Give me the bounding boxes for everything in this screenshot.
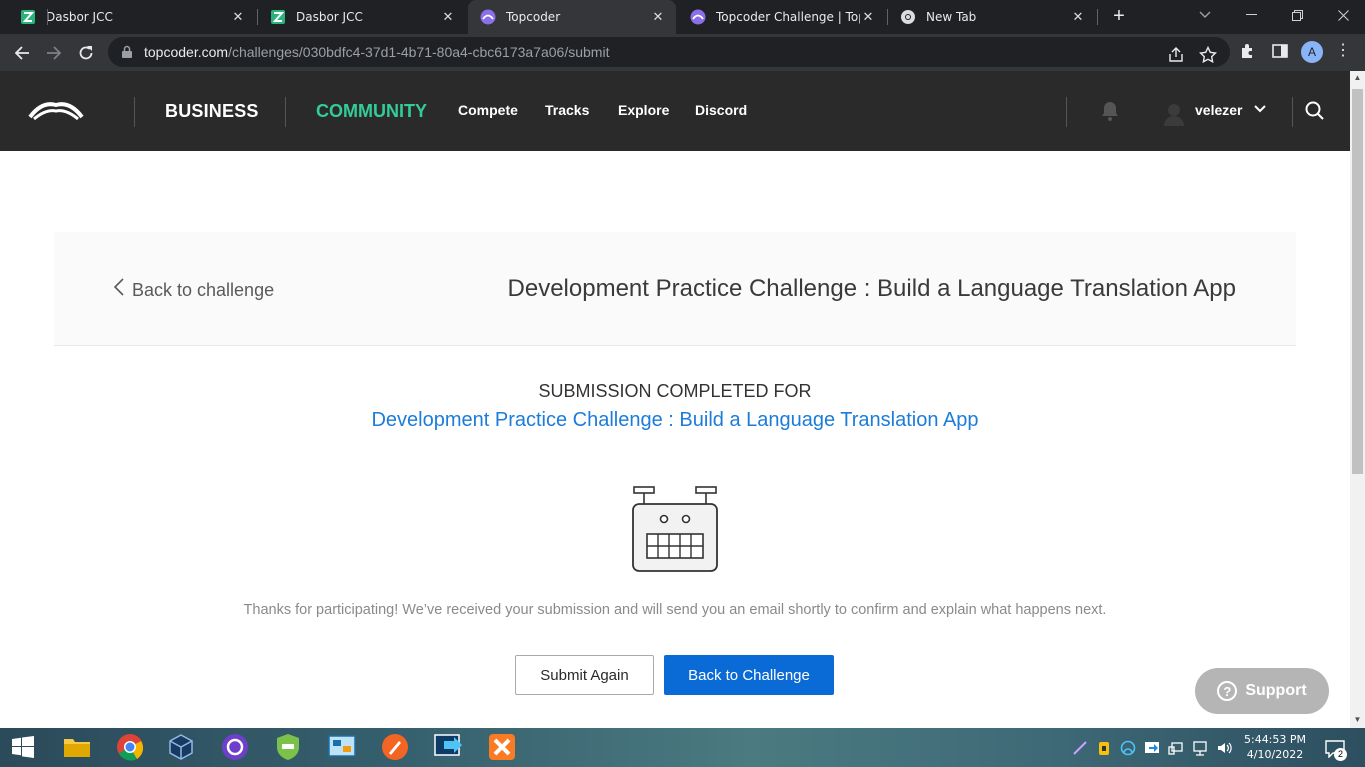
windows-start-icon[interactable]: [8, 732, 38, 762]
site-header: BUSINESS COMMUNITY Compete Tracks Explor…: [0, 71, 1350, 151]
nav-tracks[interactable]: Tracks: [545, 102, 589, 118]
username[interactable]: velezer: [1195, 102, 1242, 118]
browser-menu-icon[interactable]: ⋮: [1335, 42, 1351, 60]
back-to-challenge-link[interactable]: Back to challenge: [113, 278, 275, 302]
back-arrow-icon[interactable]: [9, 40, 35, 66]
file-explorer-icon[interactable]: [62, 732, 92, 762]
address-bar[interactable]: topcoder.com/challenges/030bdfc4-37d1-4b…: [108, 37, 1230, 67]
vpn-tray-icon[interactable]: [1120, 740, 1136, 756]
user-avatar-icon[interactable]: [1163, 102, 1185, 126]
url-path: /challenges/030bdfc4-37d1-4b71-80a4-cbc6…: [228, 44, 610, 60]
tab-title: Dasbor JCC: [46, 10, 113, 24]
forward-arrow-icon[interactable]: [41, 40, 67, 66]
devices-tray-icon[interactable]: [1168, 740, 1184, 756]
header-divider: [285, 97, 286, 127]
system-clock[interactable]: 5:44:53 PM 4/10/2022: [1240, 732, 1310, 762]
page-scrollbar[interactable]: ▲ ▼: [1350, 71, 1365, 728]
support-label: Support: [1245, 682, 1307, 699]
question-icon: ?: [1217, 681, 1238, 701]
jcc-icon: [270, 9, 286, 25]
github-desktop-icon[interactable]: [220, 732, 250, 762]
submit-again-button[interactable]: Submit Again: [515, 655, 654, 695]
nav-discord[interactable]: Discord: [695, 102, 747, 118]
bell-icon[interactable]: [1100, 100, 1120, 122]
tab-separator: [1097, 9, 1098, 25]
close-icon[interactable]: ✕: [650, 10, 666, 25]
remote-desktop-icon[interactable]: [434, 732, 464, 762]
tab-new-tab[interactable]: New Tab ✕: [888, 0, 1096, 34]
tab-title: Dasbor JCC: [296, 10, 363, 24]
restore-button[interactable]: [1274, 0, 1320, 30]
scroll-up-arrow-icon[interactable]: ▲: [1350, 71, 1365, 85]
nav-community[interactable]: COMMUNITY: [316, 101, 427, 122]
header-divider: [1292, 97, 1293, 127]
url-host: topcoder.com: [144, 44, 229, 60]
tab-title: New Tab: [926, 10, 977, 24]
windows-taskbar: 5:44:53 PM 4/10/2022 2: [0, 728, 1365, 767]
close-window-button[interactable]: [1320, 0, 1365, 30]
tab-topcoder[interactable]: Topcoder ✕: [468, 0, 676, 34]
challenge-title: Development Practice Challenge : Build a…: [507, 275, 1236, 302]
browser-tab-strip: Dasbor JCC ✕ Dasbor JCC ✕ Topcoder ✕ Top…: [0, 0, 1365, 34]
tab-dasbor-jcc-1[interactable]: Dasbor JCC ✕: [8, 0, 256, 34]
xampp-icon[interactable]: [487, 732, 517, 762]
nav-compete[interactable]: Compete: [458, 102, 518, 118]
notification-count-badge: 2: [1334, 748, 1347, 761]
topcoder-icon: [480, 9, 496, 25]
clock-date: 4/10/2022: [1246, 748, 1304, 761]
tab-title: Topcoder Challenge | Topco: [716, 10, 860, 24]
extensions-puzzle-icon[interactable]: [1239, 42, 1257, 60]
close-icon[interactable]: ✕: [440, 10, 456, 25]
thanks-message: Thanks for participating! We’ve received…: [243, 602, 1107, 618]
tab-separator: [47, 9, 48, 25]
lock-tray-icon[interactable]: [1096, 740, 1112, 756]
bookmark-star-icon[interactable]: [1199, 46, 1217, 64]
challenge-name-link[interactable]: Development Practice Challenge : Build a…: [0, 409, 1350, 432]
nav-explore[interactable]: Explore: [618, 102, 669, 118]
tab-topcoder-challenge[interactable]: Topcoder Challenge | Topco ✕: [678, 0, 886, 34]
support-button[interactable]: ? Support: [1195, 668, 1329, 714]
jcc-icon: [20, 9, 36, 25]
nav-business[interactable]: BUSINESS: [165, 101, 259, 122]
clock-time: 5:44:53 PM: [1243, 733, 1307, 746]
volume-icon[interactable]: [1216, 740, 1232, 756]
topcoder-icon: [690, 9, 706, 25]
pen-tray-icon[interactable]: [1072, 740, 1088, 756]
profile-avatar[interactable]: A: [1301, 41, 1323, 63]
minimize-button[interactable]: [1228, 0, 1274, 30]
submission-completed-heading: SUBMISSION COMPLETED FOR: [538, 381, 812, 401]
header-divider: [134, 97, 135, 127]
search-icon[interactable]: [1305, 101, 1325, 121]
tab-title: Topcoder: [506, 10, 561, 24]
chevron-down-icon[interactable]: [1254, 105, 1266, 113]
tab-dasbor-jcc-2[interactable]: Dasbor JCC ✕: [258, 0, 466, 34]
header-divider: [1066, 97, 1067, 127]
chrome-icon[interactable]: [115, 732, 145, 762]
virtualbox-icon[interactable]: [166, 732, 196, 762]
chrome-icon: [900, 9, 916, 25]
challenge-bar: Back to challenge Development Practice C…: [54, 232, 1296, 346]
topcoder-logo-icon[interactable]: [28, 99, 84, 123]
network-tool-icon[interactable]: [327, 732, 357, 762]
robot-illustration-icon: [632, 486, 718, 572]
scroll-thumb[interactable]: [1352, 89, 1363, 474]
paint-icon[interactable]: [380, 732, 410, 762]
close-icon[interactable]: ✕: [860, 10, 876, 25]
share-icon[interactable]: [1167, 46, 1185, 64]
remote-tray-icon[interactable]: [1144, 740, 1160, 756]
vpn-icon[interactable]: [273, 732, 303, 762]
back-to-challenge-label: Back to challenge: [132, 279, 275, 300]
side-panel-icon[interactable]: [1271, 42, 1289, 60]
reload-icon[interactable]: [73, 40, 99, 66]
new-tab-button[interactable]: +: [1108, 6, 1130, 28]
browser-toolbar: topcoder.com/challenges/030bdfc4-37d1-4b…: [0, 34, 1365, 71]
tab-search-chevron-icon[interactable]: [1182, 0, 1228, 30]
lock-icon: [122, 45, 132, 58]
network-tray-icon[interactable]: [1192, 740, 1208, 756]
close-icon[interactable]: ✕: [1070, 10, 1086, 25]
chevron-left-icon: [113, 278, 124, 302]
scroll-down-arrow-icon[interactable]: ▼: [1350, 713, 1365, 727]
back-to-challenge-button[interactable]: Back to Challenge: [664, 655, 834, 695]
close-icon[interactable]: ✕: [230, 10, 246, 25]
